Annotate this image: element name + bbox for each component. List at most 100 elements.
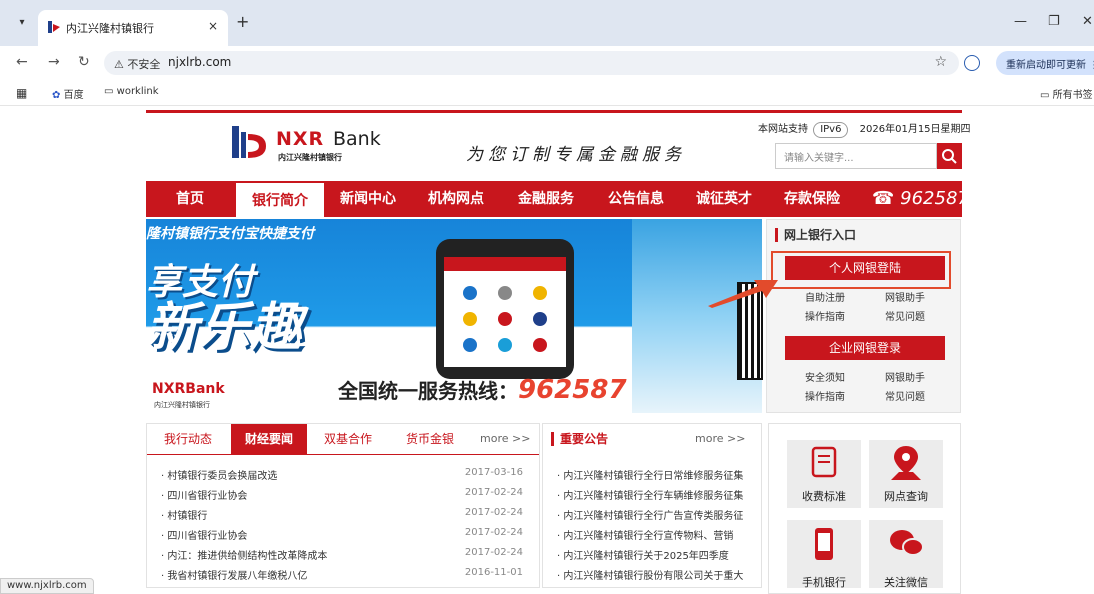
ebank-assistant-link[interactable]: 网银助手: [885, 289, 925, 304]
apps-grid-icon[interactable]: ▦: [16, 86, 27, 100]
news-item[interactable]: · 四川省银行业协会 2017-02-24: [161, 487, 523, 507]
nav-financial-services[interactable]: 金融服务: [500, 181, 592, 217]
browser-tab[interactable]: 内江兴隆村镇银行 ×: [38, 10, 228, 46]
notice-panel: 重要公告 more >> · 内江兴隆村镇银行全行日常维修服务征集 · 内江兴隆…: [542, 423, 762, 588]
slogan: 为您订制专属金融服务: [466, 145, 686, 165]
fee-standard-tile[interactable]: 收费标准: [787, 440, 861, 508]
forward-arrow-icon[interactable]: →: [48, 54, 60, 70]
tab-close-icon[interactable]: ×: [208, 19, 218, 33]
profile-avatar-icon[interactable]: [964, 55, 980, 71]
window-close-icon[interactable]: ✕: [1082, 14, 1093, 29]
news-item[interactable]: · 村镇银行 2017-02-24: [161, 507, 523, 527]
current-date: 2026年01月15日星期四: [859, 124, 971, 135]
notice-item[interactable]: · 内江兴隆村镇银行全行宣传物料、营销: [557, 527, 757, 542]
ipv6-date-line: 本网站支持 IPv6 2026年01月15日星期四: [758, 120, 971, 138]
news-item[interactable]: · 我省村镇银行发展八年缴税八亿 2016-11-01: [161, 567, 523, 587]
nav-announcements[interactable]: 公告信息: [592, 181, 680, 217]
online-banking-panel: 网上银行入口 个人网银登陆 自助注册 网银助手 操作指南 常见问题 企业网银登录…: [766, 219, 961, 413]
location-pin-icon: [891, 446, 921, 480]
news-divider: [147, 454, 539, 455]
search-icon: [942, 149, 957, 164]
notice-item[interactable]: · 内江兴隆村镇银行全行日常维修服务征集: [557, 467, 757, 482]
back-arrow-icon[interactable]: ←: [16, 54, 28, 70]
wechat-follow-tile[interactable]: 关注微信: [869, 520, 943, 589]
all-bookmarks[interactable]: ▭ 所有书签: [1040, 86, 1093, 101]
nav-news[interactable]: 新闻中心: [324, 181, 412, 217]
news-item[interactable]: · 村镇银行委员会换届改选 2017-03-16: [161, 467, 523, 487]
warning-triangle-icon: ⚠: [114, 58, 124, 71]
notice-item[interactable]: · 内江兴隆村镇银行全行广告宣传类服务征: [557, 507, 757, 522]
bookmark-label: worklink: [116, 86, 159, 97]
bookmark-label: 百度: [63, 90, 84, 101]
folder-icon: ▭: [104, 86, 114, 97]
update-button-label: 重新启动即可更新: [1006, 60, 1086, 71]
phone-illustration: [436, 239, 574, 379]
notice-item[interactable]: · 内江兴隆村镇银行关于2025年四季度: [557, 547, 757, 562]
bookmark-worklink[interactable]: ▭ worklink: [104, 86, 159, 97]
update-button[interactable]: 重新启动即可更新 ⋮: [996, 51, 1094, 75]
search-button[interactable]: [937, 143, 962, 169]
restore-icon[interactable]: ❐: [1048, 14, 1060, 29]
insecure-warning[interactable]: ⚠ 不安全: [114, 56, 160, 72]
corporate-guide-link[interactable]: 操作指南: [805, 388, 845, 403]
news-item[interactable]: · 四川省银行业协会 2017-02-24: [161, 527, 523, 547]
guide-link[interactable]: 操作指南: [805, 308, 845, 323]
logo-chinese-name: 内江兴隆村镇银行: [278, 153, 342, 162]
self-register-link[interactable]: 自助注册: [805, 289, 845, 304]
address-bar-row: ← → ↻ ⚠ 不安全 njxlrb.com ☆ 重新启动即可更新 ⋮: [0, 46, 1094, 80]
reload-icon[interactable]: ↻: [78, 54, 90, 70]
mobile-banking-label: 手机银行: [802, 576, 846, 589]
news-title: · 四川省银行业协会: [161, 491, 248, 502]
bank-logo-icon: [232, 126, 266, 158]
faq-link[interactable]: 常见问题: [885, 308, 925, 323]
nav-hotline: ☎ 962587: [872, 181, 969, 217]
security-label: 不安全: [127, 58, 161, 71]
corporate-ebank-assistant-link[interactable]: 网银助手: [885, 369, 925, 384]
notice-item[interactable]: · 内江兴隆村镇银行全行车辆维修服务征集: [557, 487, 757, 502]
news-tab-bank-updates[interactable]: 我行动态: [155, 424, 221, 454]
notice-item[interactable]: · 内江兴隆村镇银行股份有限公司关于重大: [557, 567, 757, 582]
minimize-icon[interactable]: —: [1014, 14, 1027, 29]
news-tab-cooperation[interactable]: 双基合作: [315, 424, 381, 454]
news-title: · 我省村镇银行发展八年缴税八亿: [161, 571, 308, 582]
bookmark-star-icon[interactable]: ☆: [934, 54, 947, 70]
mobile-banking-tile[interactable]: 手机银行: [787, 520, 861, 589]
news-panel: 我行动态 财经要闻 双基合作 货币金银 more >> · 村镇银行委员会换届改…: [146, 423, 540, 588]
promo-banner[interactable]: 隆村镇银行支付宝快捷支付 享支付 新乐趣 NXRBank 内江兴隆村镇银行 全国…: [146, 219, 632, 413]
nav-deposit-insurance[interactable]: 存款保险: [768, 181, 856, 217]
fee-document-icon: [811, 446, 837, 478]
new-tab-plus-icon[interactable]: +: [236, 14, 249, 30]
fee-standard-label: 收费标准: [802, 490, 846, 503]
security-notice-link[interactable]: 安全须知: [805, 369, 845, 384]
notice-more-link[interactable]: more >>: [695, 432, 745, 445]
url-omnibox[interactable]: ⚠ 不安全 njxlrb.com ☆: [104, 51, 959, 75]
nav-careers[interactable]: 诚征英才: [680, 181, 768, 217]
branch-lookup-tile[interactable]: 网点查询: [869, 440, 943, 508]
tab-list-chevron-down-icon[interactable]: ▾: [10, 12, 34, 34]
corporate-ebank-login-button[interactable]: 企业网银登录: [785, 336, 945, 360]
corporate-faq-link[interactable]: 常见问题: [885, 388, 925, 403]
annotation-highlight-box: [771, 251, 951, 289]
quick-services-panel: 收费标准 网点查询 手机银行 关注微信: [768, 423, 961, 594]
hotline-value: 962587: [518, 375, 627, 405]
hotline-label: 全国统一服务热线：: [338, 379, 518, 403]
wechat-follow-label: 关注微信: [884, 576, 928, 589]
online-banking-title: 网上银行入口: [775, 228, 856, 242]
nav-branches[interactable]: 机构网点: [412, 181, 500, 217]
all-bookmarks-label: 所有书签: [1052, 90, 1093, 101]
top-red-line: [146, 110, 962, 113]
tab-title: 内江兴隆村镇银行: [66, 22, 154, 35]
search-input[interactable]: 请输入关键字...: [775, 143, 937, 169]
bookmark-baidu[interactable]: ✿ 百度: [52, 86, 84, 101]
status-bar-url: www.njxlrb.com: [0, 578, 94, 594]
news-tab-currency[interactable]: 货币金银: [397, 424, 463, 454]
nav-home[interactable]: 首页: [146, 181, 234, 217]
nav-about[interactable]: 银行简介: [236, 181, 324, 217]
news-tab-finance[interactable]: 财经要闻: [231, 424, 307, 454]
news-date: 2017-03-16: [464, 467, 523, 478]
news-item[interactable]: · 内江：推进供给侧结构性改革降成本 2017-02-24: [161, 547, 523, 567]
news-date: 2017-02-24: [464, 547, 523, 558]
news-more-link[interactable]: more >>: [480, 432, 530, 445]
bank-favicon-icon: [48, 21, 60, 33]
news-date: 2016-11-01: [464, 567, 523, 578]
